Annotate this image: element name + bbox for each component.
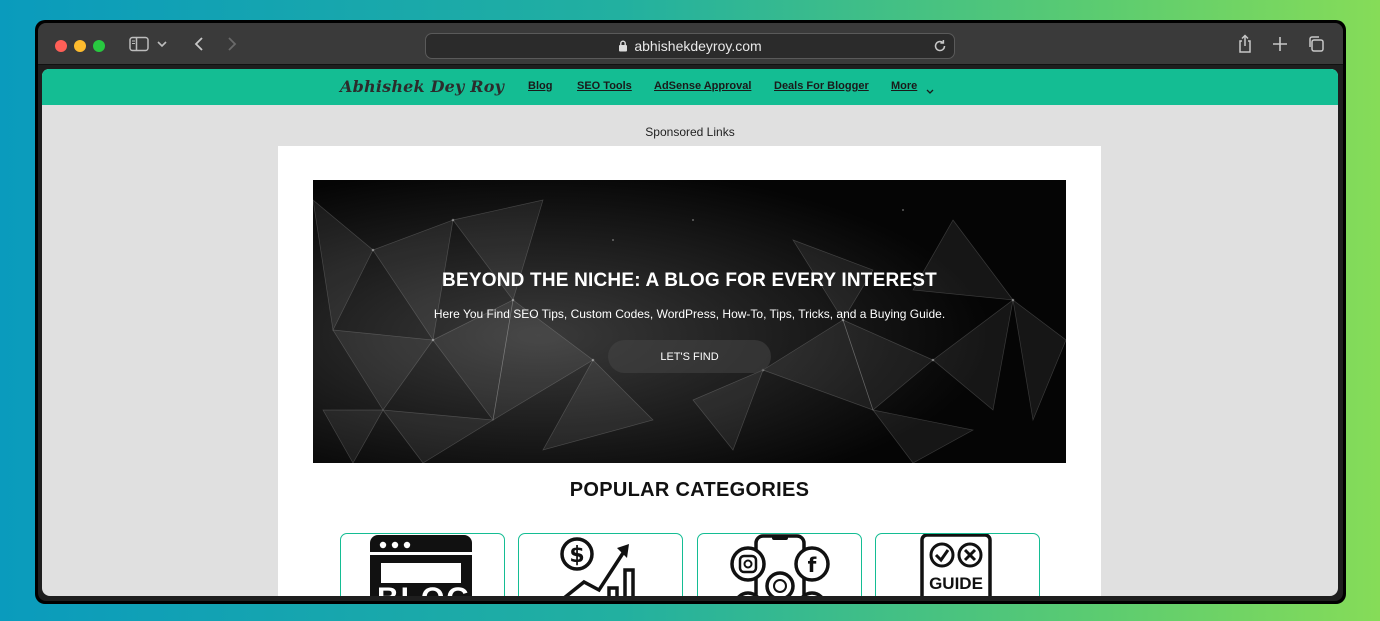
guide-icon-text: GUIDE <box>929 574 983 593</box>
category-card-seo[interactable]: $ <box>518 533 683 596</box>
nav-deals-for-blogger[interactable]: Deals For Blogger <box>774 80 869 92</box>
category-card-guide[interactable]: GUIDE <box>875 533 1040 596</box>
svg-text:f: f <box>808 553 817 577</box>
chevron-down-icon[interactable] <box>926 82 934 100</box>
lets-find-button[interactable]: LET'S FIND <box>608 340 771 373</box>
browser-toolbar: abhishekdeyroy.com <box>38 23 1343 65</box>
chevron-down-icon[interactable] <box>154 33 170 55</box>
hero-banner: BEYOND THE NICHE: A BLOG FOR EVERY INTER… <box>313 180 1066 463</box>
hero-title: BEYOND THE NICHE: A BLOG FOR EVERY INTER… <box>442 270 937 291</box>
site-logo[interactable]: Abhishek Dey Roy <box>340 77 504 96</box>
new-tab-icon[interactable] <box>1269 33 1291 55</box>
share-icon[interactable] <box>1234 33 1256 55</box>
category-card-blog[interactable]: BLOG <box>340 533 505 596</box>
reload-icon[interactable] <box>932 38 948 57</box>
lock-icon <box>618 40 628 52</box>
back-icon[interactable] <box>188 33 210 55</box>
nav-seo-tools[interactable]: SEO Tools <box>577 80 632 92</box>
seo-growth-icon: $ <box>560 537 635 596</box>
forward-icon[interactable] <box>221 33 243 55</box>
address-bar[interactable]: abhishekdeyroy.com <box>425 33 955 59</box>
zoom-window-button[interactable] <box>93 40 105 52</box>
hero-subtitle: Here You Find SEO Tips, Custom Codes, Wo… <box>433 307 946 321</box>
tab-overview-icon[interactable] <box>1305 33 1327 55</box>
category-card-social-media[interactable]: f <box>697 533 862 596</box>
minimize-window-button[interactable] <box>74 40 86 52</box>
categories-heading: POPULAR CATEGORIES <box>569 479 810 501</box>
close-window-button[interactable] <box>55 40 67 52</box>
svg-text:$: $ <box>569 543 584 568</box>
page-viewport: Abhishek Dey Roy Blog SEO Tools AdSense … <box>42 69 1338 596</box>
browser-frame: abhishekdeyroy.com Abhishek Dey Roy Blog… <box>35 20 1346 604</box>
url-text: abhishekdeyroy.com <box>634 38 762 54</box>
nav-blog[interactable]: Blog <box>528 80 552 92</box>
blog-icon-text: BLOG <box>377 584 470 597</box>
browser-window: abhishekdeyroy.com Abhishek Dey Roy Blog… <box>38 23 1343 601</box>
social-media-icon: f <box>730 534 830 596</box>
nav-more[interactable]: More <box>891 80 917 92</box>
hero-background-mesh <box>313 180 1066 463</box>
sidebar-icon[interactable] <box>128 33 150 55</box>
site-navbar: Abhishek Dey Roy Blog SEO Tools AdSense … <box>42 69 1338 105</box>
nav-adsense-approval[interactable]: AdSense Approval <box>654 80 751 92</box>
main-panel: BEYOND THE NICHE: A BLOG FOR EVERY INTER… <box>278 146 1101 596</box>
sponsored-label: Sponsored Links <box>645 125 735 139</box>
